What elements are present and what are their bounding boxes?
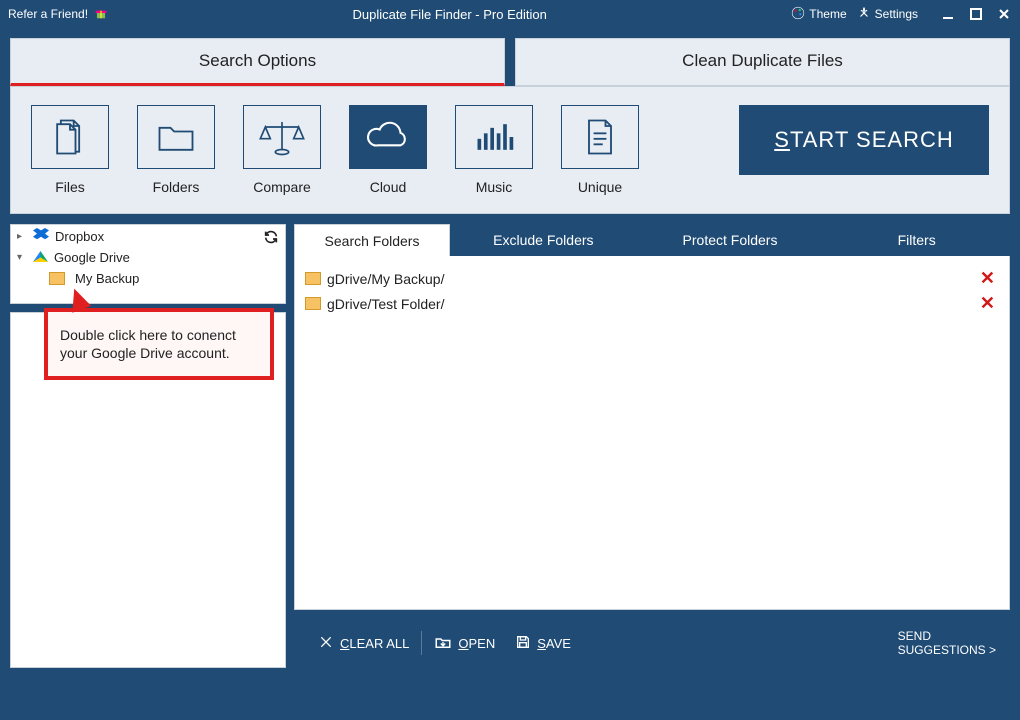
tree-item-my-backup[interactable]: My Backup: [11, 268, 285, 289]
tree-item-dropbox[interactable]: ▸ Dropbox: [11, 225, 285, 247]
save-ul: S: [537, 636, 546, 651]
app-title: Duplicate File Finder - Pro Edition: [108, 7, 791, 22]
open-button[interactable]: OPEN: [424, 633, 505, 654]
wrench-icon: [857, 6, 871, 23]
category-folders-label: Folders: [153, 179, 200, 195]
subtab-exclude-folders[interactable]: Exclude Folders: [450, 224, 637, 256]
palette-icon: [791, 6, 805, 23]
save-rest: AVE: [546, 636, 571, 651]
settings-button[interactable]: Settings: [857, 6, 918, 23]
subtab-search-folders[interactable]: Search Folders: [294, 224, 450, 256]
close-button[interactable]: [996, 6, 1012, 22]
titlebar: Refer a Friend! Duplicate File Finder - …: [0, 0, 1020, 28]
tab-search-options[interactable]: Search Options: [10, 38, 505, 86]
callout-text: Double click here to conenct your Google…: [60, 327, 236, 361]
google-drive-icon: [33, 251, 48, 264]
unique-icon: [561, 105, 639, 169]
category-cloud[interactable]: Cloud: [349, 105, 427, 195]
category-compare[interactable]: Compare: [243, 105, 321, 195]
folder-path: gDrive/Test Folder/: [327, 296, 444, 312]
chevron-down-icon: ▾: [17, 252, 29, 263]
folder-panel: Search Folders Exclude Folders Protect F…: [294, 224, 1010, 668]
minimize-button[interactable]: [940, 6, 956, 22]
separator: [421, 631, 422, 655]
folder-list: gDrive/My Backup/ ✕ gDrive/Test Folder/ …: [294, 256, 1010, 610]
open-ul: O: [458, 636, 468, 651]
category-compare-label: Compare: [253, 179, 311, 195]
category-music-label: Music: [476, 179, 513, 195]
folder-icon: [49, 272, 65, 285]
clear-all-rest: LEAR ALL: [349, 636, 409, 651]
tree-item-dropbox-label: Dropbox: [55, 229, 104, 244]
folder-list-item[interactable]: gDrive/Test Folder/ ✕: [305, 291, 995, 316]
category-cloud-label: Cloud: [370, 179, 407, 195]
dropbox-icon: [33, 228, 49, 244]
gift-icon: [94, 6, 108, 23]
save-icon: [515, 634, 531, 653]
tree-item-my-backup-label: My Backup: [75, 271, 139, 286]
tab-clean-duplicates[interactable]: Clean Duplicate Files: [515, 38, 1010, 86]
remove-folder-button[interactable]: ✕: [980, 268, 995, 289]
save-button[interactable]: SAVE: [505, 634, 581, 653]
main-area: ▸ Dropbox ▾ Google Drive My Backup Doubl…: [10, 224, 1010, 668]
category-music[interactable]: Music: [455, 105, 533, 195]
category-unique-label: Unique: [578, 179, 622, 195]
maximize-button[interactable]: [968, 6, 984, 22]
subtab-filters[interactable]: Filters: [823, 224, 1010, 256]
clear-all-ul: C: [340, 636, 349, 651]
theme-button[interactable]: Theme: [791, 6, 846, 23]
category-files[interactable]: Files: [31, 105, 109, 195]
category-files-label: Files: [55, 179, 85, 195]
folder-path: gDrive/My Backup/: [327, 271, 444, 287]
refresh-button[interactable]: [263, 229, 279, 250]
folder-list-item[interactable]: gDrive/My Backup/ ✕: [305, 266, 995, 291]
chevron-right-icon: ▸: [17, 231, 29, 242]
send-line1: SEND: [898, 629, 996, 643]
compare-icon: [243, 105, 321, 169]
tree-item-google-drive[interactable]: ▾ Google Drive: [11, 247, 285, 268]
category-folders[interactable]: Folders: [137, 105, 215, 195]
category-row: Files Folders Compare Cloud Music Unique…: [10, 86, 1010, 214]
bottom-bar: CLEAR ALL OPEN SAVE SEND SUGGESTIONS >: [294, 618, 1010, 668]
settings-label: Settings: [875, 7, 918, 21]
files-icon: [31, 105, 109, 169]
music-icon: [455, 105, 533, 169]
start-search-button[interactable]: START SEARCH: [739, 105, 989, 175]
subtab-protect-folders[interactable]: Protect Folders: [637, 224, 824, 256]
refer-friend-label: Refer a Friend!: [8, 7, 88, 21]
theme-label: Theme: [809, 7, 846, 21]
tree-item-google-drive-label: Google Drive: [54, 250, 130, 265]
cloud-tree: ▸ Dropbox ▾ Google Drive My Backup: [10, 224, 286, 304]
send-suggestions-link[interactable]: SEND SUGGESTIONS >: [898, 629, 996, 658]
folder-icon: [305, 297, 321, 310]
sub-tabs: Search Folders Exclude Folders Protect F…: [294, 224, 1010, 256]
cloud-icon: [349, 105, 427, 169]
category-unique[interactable]: Unique: [561, 105, 639, 195]
callout-tooltip: Double click here to conenct your Google…: [44, 308, 274, 380]
remove-folder-button[interactable]: ✕: [980, 293, 995, 314]
clear-all-button[interactable]: CLEAR ALL: [308, 634, 419, 653]
start-search-underline: S: [774, 127, 790, 152]
clear-icon: [318, 634, 334, 653]
folders-icon: [137, 105, 215, 169]
start-search-rest: TART SEARCH: [790, 127, 954, 152]
open-icon: [434, 633, 452, 654]
folder-icon: [305, 272, 321, 285]
tree-panel: ▸ Dropbox ▾ Google Drive My Backup Doubl…: [10, 224, 286, 668]
send-line2: SUGGESTIONS >: [898, 643, 996, 657]
top-tabs: Search Options Clean Duplicate Files: [0, 28, 1020, 86]
refer-friend-link[interactable]: Refer a Friend!: [8, 6, 108, 23]
open-rest: PEN: [469, 636, 496, 651]
